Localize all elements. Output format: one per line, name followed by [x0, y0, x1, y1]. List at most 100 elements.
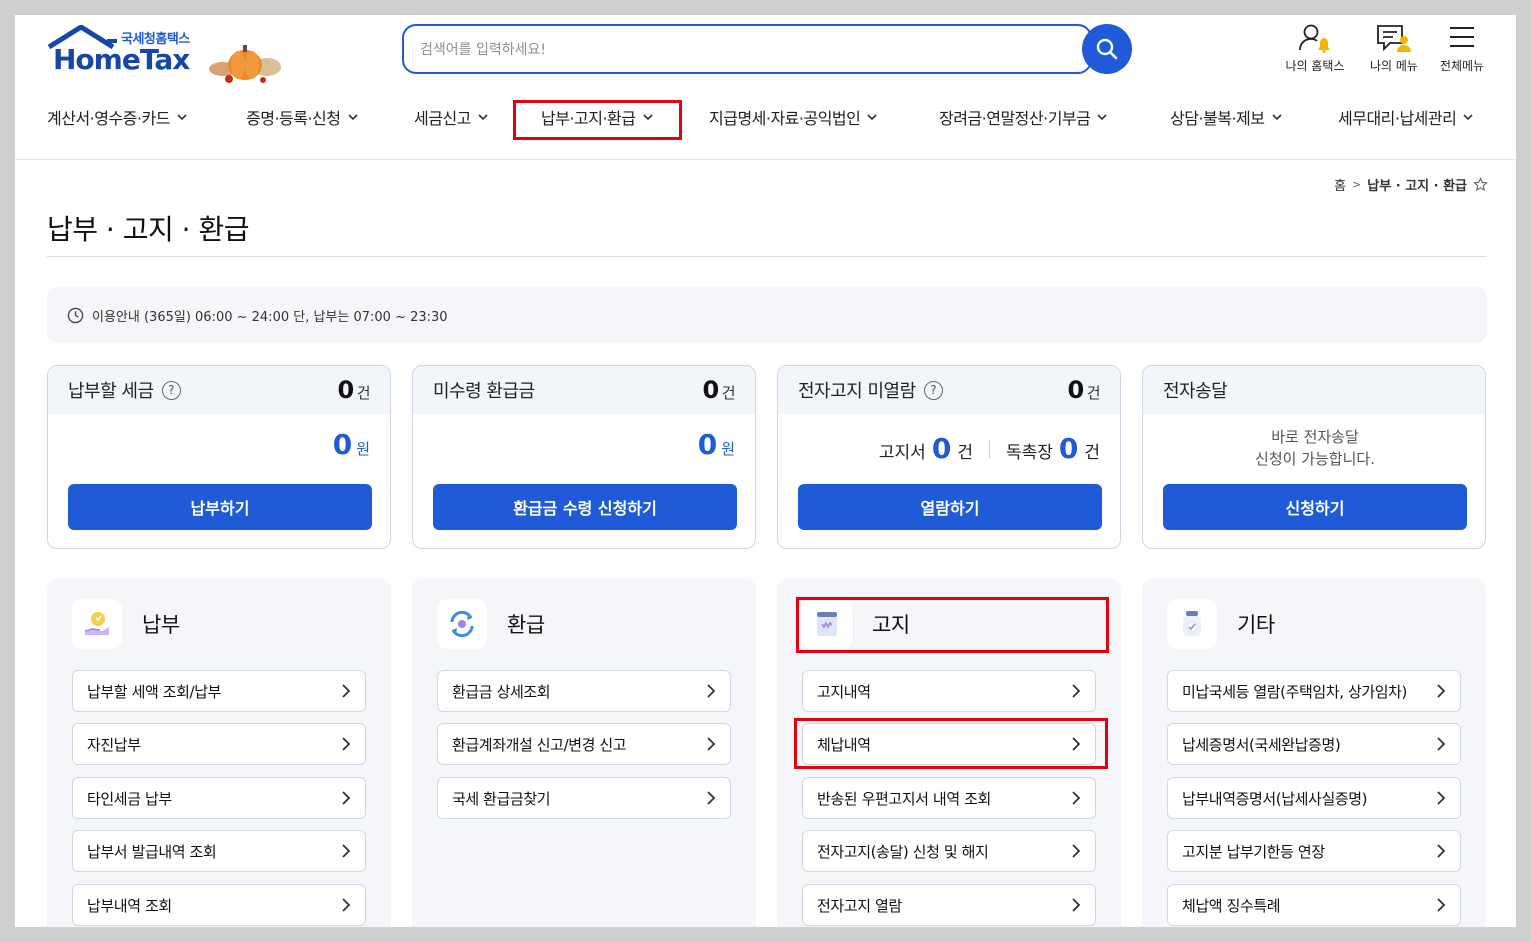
card-description: 바로 전자송달 신청이 가능합니다. [1143, 426, 1485, 470]
link-payment-history[interactable]: 납부내역 조회 [72, 884, 366, 926]
hometax-logo[interactable]: 국세청홈택스 HomeTax [45, 25, 285, 85]
usage-notice: 이용안내 (365일) 06:00 ~ 24:00 단, 납부는 07:00 ~… [47, 287, 1487, 343]
card-body: 고지서 0 건 독촉장 0 건 열람하기 [778, 414, 1120, 548]
link-refund-account[interactable]: 환급계좌개설 신고/변경 신고 [437, 723, 731, 765]
help-icon[interactable]: ? [161, 380, 181, 400]
refund-apply-button[interactable]: 환급금 수령 신청하기 [433, 484, 737, 530]
gnb-item-invoice[interactable]: 계산서·영수증·카드 [47, 105, 188, 129]
card-header: 전자송달 [1143, 366, 1485, 414]
link-label: 전자고지 열람 [817, 896, 902, 915]
my-hometax-button[interactable]: 나의 홈택스 [1275, 23, 1355, 74]
chevron-right-icon [1072, 791, 1081, 805]
card-amount[interactable]: 0원 [698, 428, 735, 461]
chevron-right-icon [342, 684, 351, 698]
panel-notice: 고지 고지내역 체납내역 반송된 우편고지서 내역 조회 전자고지(송달) 신청… [777, 579, 1121, 927]
demand-label: 독촉장 [1005, 443, 1053, 463]
chevron-right-icon [1437, 898, 1446, 912]
count-unit: 건 [1086, 384, 1101, 402]
link-label: 환급계좌개설 신고/변경 신고 [452, 735, 627, 754]
notice-count[interactable]: 0 [932, 432, 951, 465]
my-menu-icon [1377, 25, 1411, 52]
gnb-item-certificate[interactable]: 증명·등록·신청 [246, 105, 359, 129]
count-unit: 건 [721, 384, 736, 402]
page: 국세청홈택스 HomeTax 검색어를 입력하세요! 나의 홈택스 나의 메뉴 … [15, 15, 1516, 927]
search-icon [1096, 38, 1118, 60]
gnb-label: 납부·고지·환급 [541, 109, 636, 128]
card-count[interactable]: 0건 [337, 376, 370, 404]
card-header: 전자고지 미열람 ? 0건 [778, 366, 1120, 414]
gnb-label: 지급명세·자료·공익법인 [709, 109, 861, 128]
link-e-notice-view[interactable]: 전자고지 열람 [802, 884, 1096, 926]
card-body: 바로 전자송달 신청이 가능합니다. 신청하기 [1143, 414, 1485, 548]
gnb-item-incentive[interactable]: 장려금·연말정산·기부금 [939, 105, 1108, 129]
chevron-down-icon [347, 114, 358, 121]
card-amount[interactable]: 0원 [333, 428, 370, 461]
link-self-payment[interactable]: 자진납부 [72, 723, 366, 765]
link-label: 납세증명서(국세완납증명) [1182, 735, 1341, 754]
link-label: 고지분 납부기한등 연장 [1182, 842, 1325, 861]
chevron-right-icon: > [1352, 178, 1362, 191]
link-arrears-special-collection[interactable]: 체납액 징수특례 [1167, 884, 1461, 926]
card-header: 미수령 환급금 0건 [413, 366, 755, 414]
card-count[interactable]: 0건 [1067, 376, 1100, 404]
demand-count[interactable]: 0 [1059, 432, 1078, 465]
all-menu-button[interactable]: 전체메뉴 [1422, 23, 1502, 74]
divider [988, 440, 990, 458]
chevron-right-icon [1437, 684, 1446, 698]
link-tax-inquiry-pay[interactable]: 납부할 세액 조회/납부 [72, 670, 366, 712]
link-refund-detail[interactable]: 환급금 상세조회 [437, 670, 731, 712]
link-label: 반송된 우편고지서 내역 조회 [817, 789, 991, 808]
gnb-item-consulting[interactable]: 상담·불복·제보 [1170, 105, 1283, 129]
link-returned-mail[interactable]: 반송된 우편고지서 내역 조회 [802, 777, 1096, 819]
help-icon[interactable]: ? [923, 380, 943, 400]
link-label: 체납내역 [817, 735, 871, 754]
panel-header: 환급 [437, 599, 545, 649]
chevron-right-icon [342, 898, 351, 912]
gnb-item-tax-agent[interactable]: 세무대리·납세관리 [1338, 105, 1474, 129]
gnb-item-tax-filing[interactable]: 세금신고 [414, 105, 489, 129]
link-payment-slip-history[interactable]: 납부서 발급내역 조회 [72, 830, 366, 872]
card-unclaimed-refund: 미수령 환급금 0건 0원 환급금 수령 신청하기 [412, 365, 756, 549]
breadcrumb-home[interactable]: 홈 [1334, 175, 1346, 194]
star-icon[interactable] [1473, 177, 1488, 192]
apply-button[interactable]: 신청하기 [1163, 484, 1467, 530]
link-arrears-history[interactable]: 체납내역 [802, 723, 1096, 765]
all-menu-label: 전체메뉴 [1439, 59, 1485, 73]
pay-button[interactable]: 납부하기 [68, 484, 372, 530]
view-button[interactable]: 열람하기 [798, 484, 1102, 530]
panel-other: 기타 미납국세등 열람(주택임차, 상가임차) 납세증명서(국세완납증명) 납부… [1142, 579, 1486, 927]
link-find-refund[interactable]: 국세 환급금찾기 [437, 777, 731, 819]
panel-payment: 납부 납부할 세액 조회/납부 자진납부 타인세금 납부 납부서 발급내역 조회… [47, 579, 391, 927]
global-nav: 계산서·영수증·카드 증명·등록·신청 세금신고 납부·고지·환급 지급명세·자… [15, 97, 1516, 141]
link-deadline-extension[interactable]: 고지분 납부기한등 연장 [1167, 830, 1461, 872]
chevron-right-icon [342, 844, 351, 858]
count-number: 0 [702, 376, 719, 404]
panel-title: 환급 [507, 613, 545, 637]
panel-header: 납부 [72, 599, 180, 649]
chevron-right-icon [1437, 737, 1446, 751]
link-tax-payment-certificate[interactable]: 납세증명서(국세완납증명) [1167, 723, 1461, 765]
link-e-notice-apply[interactable]: 전자고지(송달) 신청 및 해지 [802, 830, 1096, 872]
page-title: 납부 · 고지 · 환급 [47, 213, 249, 246]
link-label: 타인세금 납부 [87, 789, 172, 808]
chevron-down-icon [1097, 114, 1107, 121]
card-count[interactable]: 0건 [702, 376, 735, 404]
search-button[interactable] [1082, 24, 1132, 74]
pumpkin-icon [209, 45, 281, 83]
link-notice-history[interactable]: 고지내역 [802, 670, 1096, 712]
gnb-item-payment[interactable]: 납부·고지·환급 [541, 105, 654, 129]
gnb-item-statements[interactable]: 지급명세·자료·공익법인 [709, 105, 878, 129]
search-input[interactable] [420, 37, 1060, 63]
count-unit: 건 [356, 384, 371, 402]
panel-title: 기타 [1237, 613, 1275, 637]
card-unread-e-notice: 전자고지 미열람 ? 0건 고지서 0 건 독촉장 0 건 열람하기 [777, 365, 1121, 549]
link-others-tax-payment[interactable]: 타인세금 납부 [72, 777, 366, 819]
notice-unit: 건 [957, 443, 973, 463]
chevron-down-icon [867, 114, 877, 121]
top-utility-menu: 나의 홈택스 나의 메뉴 전체메뉴 [1275, 23, 1505, 83]
link-unpaid-tax-view[interactable]: 미납국세등 열람(주택임차, 상가임차) [1167, 670, 1461, 712]
card-title: 납부할 세금 [68, 381, 154, 402]
chevron-right-icon [707, 737, 716, 751]
certificate-icon [1167, 599, 1217, 649]
link-payment-history-certificate[interactable]: 납부내역증명서(납세사실증명) [1167, 777, 1461, 819]
